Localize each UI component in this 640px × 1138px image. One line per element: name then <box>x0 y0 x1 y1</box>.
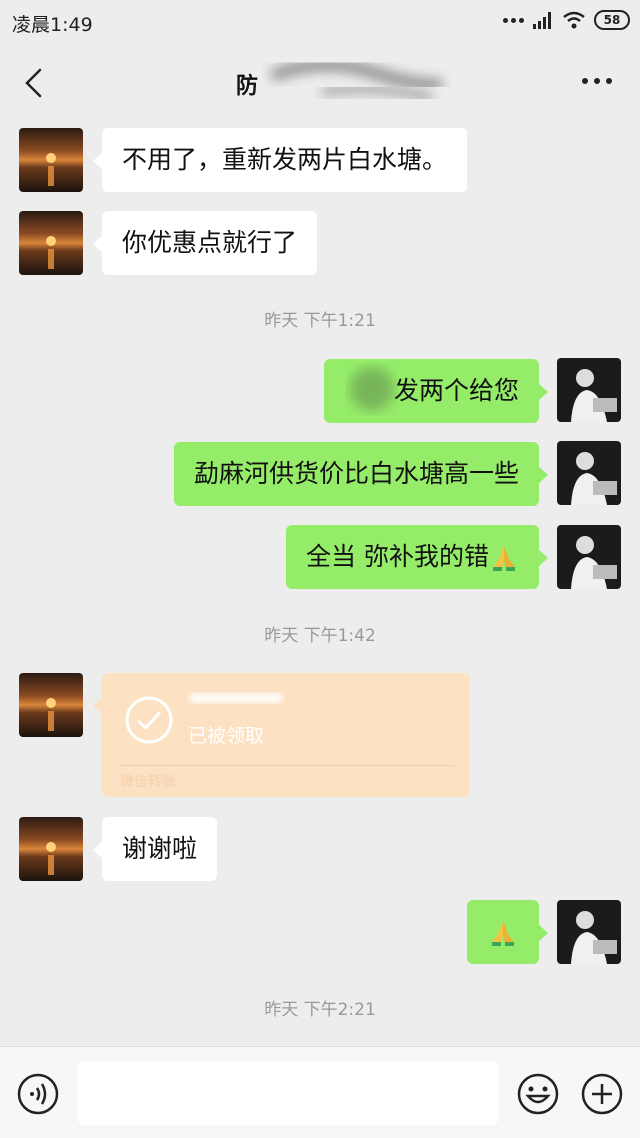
transfer-label: 微信转账 <box>120 774 176 790</box>
back-chevron-icon[interactable] <box>20 66 50 100</box>
voice-icon[interactable] <box>16 1072 60 1116</box>
status-icons: 58 <box>503 10 630 30</box>
redaction-scribble <box>269 58 444 103</box>
my-avatar[interactable] <box>557 525 621 589</box>
chat-title: 防 <box>236 74 259 99</box>
message-list[interactable]: 不用了，重新发两片白水塘。 你优惠点就行了 昨天 下午1:21 发两个给您 勐麻… <box>0 120 640 1046</box>
message-text: 全当 弥补我的错 <box>306 542 489 571</box>
timestamp: 昨天 下午1:21 <box>264 311 376 331</box>
plus-icon[interactable] <box>580 1072 624 1116</box>
my-avatar[interactable] <box>557 441 621 505</box>
wifi-icon <box>563 11 585 29</box>
folded-hands-emoji <box>492 921 514 946</box>
contact-avatar[interactable] <box>19 128 83 192</box>
contact-avatar[interactable] <box>19 211 83 275</box>
transfer-status: 已被领取 <box>188 725 265 747</box>
check-circle-icon <box>125 696 173 744</box>
message-bubble-received[interactable]: 不用了，重新发两片白水塘。 <box>92 128 468 192</box>
more-dots-icon[interactable] <box>582 78 612 84</box>
cellular-signal-icon <box>533 12 551 29</box>
input-bar <box>0 1046 640 1138</box>
message-bubble-received[interactable]: 谢谢啦 <box>92 817 218 881</box>
battery-icon: 58 <box>594 10 630 30</box>
message-text: 发两个给您 <box>393 376 519 405</box>
message-bubble-sent[interactable]: 全当 弥补我的错 <box>286 525 548 589</box>
divider <box>118 765 454 766</box>
message-input[interactable] <box>78 1061 498 1125</box>
folded-hands-emoji <box>493 546 515 571</box>
status-time: 凌晨1:49 <box>12 14 93 36</box>
transfer-card[interactable]: 已被领取 微信转账 <box>93 673 470 797</box>
chat-header: 防 <box>0 44 640 120</box>
contact-avatar[interactable] <box>19 817 83 881</box>
message-bubble-sent[interactable]: 发两个给您 <box>323 359 549 423</box>
my-avatar[interactable] <box>557 900 621 964</box>
message-bubble-sent[interactable]: 勐麻河供货价比白水塘高一些 <box>173 442 549 506</box>
redaction-blur <box>349 367 394 411</box>
emoji-icon[interactable] <box>516 1072 560 1116</box>
my-avatar[interactable] <box>557 358 621 422</box>
message-bubble-received[interactable]: 你优惠点就行了 <box>92 211 318 275</box>
timestamp: 昨天 下午1:42 <box>264 626 376 646</box>
contact-avatar[interactable] <box>19 673 83 737</box>
timestamp: 昨天 下午2:21 <box>264 1000 376 1020</box>
signal-dots-icon <box>503 17 524 23</box>
message-bubble-sent[interactable] <box>467 900 548 964</box>
redaction-blur <box>190 693 282 703</box>
status-bar: 凌晨1:49 58 <box>0 0 640 44</box>
